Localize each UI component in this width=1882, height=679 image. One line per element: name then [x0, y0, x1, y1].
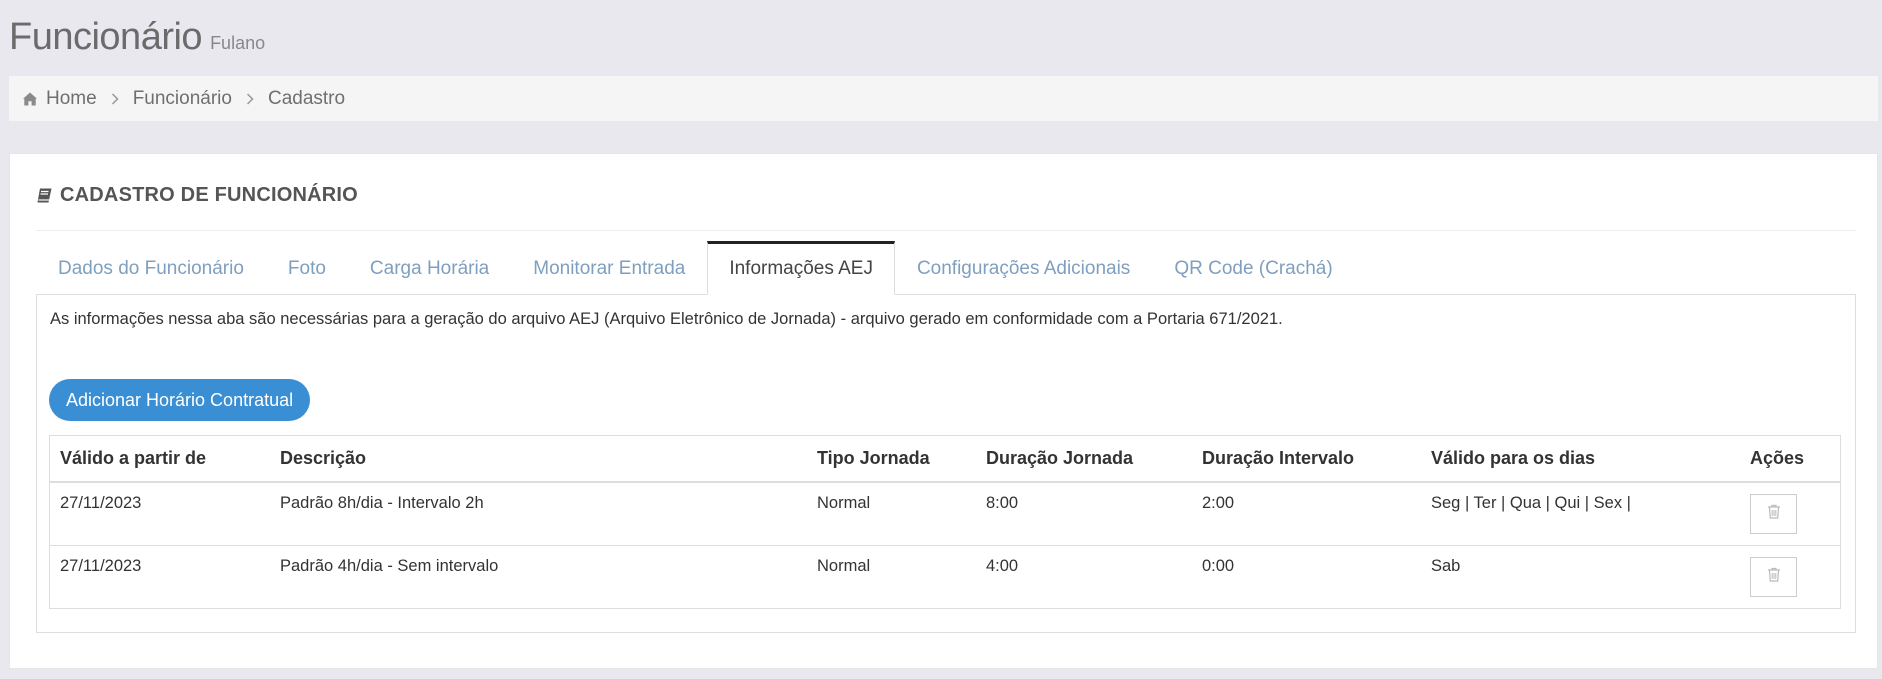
cell-actions: [1740, 482, 1840, 545]
page-subtitle: Fulano: [210, 33, 266, 53]
cell-journey-type: Normal: [817, 494, 871, 512]
breadcrumb-item-funcionario[interactable]: Funcionário: [133, 88, 232, 110]
column-header: Válido a partir de: [50, 436, 270, 483]
column-header: Tipo Jornada: [807, 436, 976, 483]
table-header-row: Válido a partir de Descrição Tipo Jornad…: [50, 436, 1840, 483]
cell-actions: [1740, 544, 1840, 608]
book-icon: [36, 187, 53, 204]
cell-journey-duration: 4:00: [976, 544, 1192, 608]
chevron-right-icon: [111, 92, 119, 105]
panel-title: CADASTRO DE FUNCIONÁRIO: [36, 184, 1856, 231]
cell-journey-duration: 8:00: [986, 494, 1019, 512]
tab-configuracoes-adicionais[interactable]: Configurações Adicionais: [895, 242, 1152, 294]
cell-journey-type: Normal: [807, 544, 976, 608]
cell-valid-days: Seg | Ter | Qua | Qui | Sex |: [1431, 494, 1631, 512]
add-contract-schedule-button[interactable]: Adicionar Horário Contratual: [49, 379, 311, 421]
cell-interval-duration: 0:00: [1192, 544, 1421, 608]
delete-button[interactable]: [1750, 556, 1797, 597]
tab-monitorar-entrada[interactable]: Monitorar Entrada: [511, 242, 707, 294]
tab-qr-code[interactable]: QR Code (Crachá): [1152, 242, 1354, 294]
breadcrumb: Home Funcionário Cadastro: [9, 76, 1878, 121]
trash-icon: [1767, 567, 1781, 587]
column-header: Descrição: [270, 436, 807, 483]
page-title: Funcionário: [9, 16, 203, 58]
tab-content-aej: As informações nessa aba são necessárias…: [36, 295, 1856, 633]
panel-title-text: CADASTRO DE FUNCIONÁRIO: [60, 184, 358, 206]
column-header: Duração Jornada: [976, 436, 1192, 483]
aej-intro-text: As informações nessa aba são necessárias…: [50, 310, 1283, 328]
table-row: 27/11/2023 Padrão 8h/dia - Intervalo 2h …: [50, 482, 1840, 545]
home-icon[interactable]: [22, 91, 38, 107]
trash-icon: [1767, 504, 1781, 524]
column-header: Ações: [1740, 436, 1840, 483]
tab-bar: Dados do Funcionário Foto Carga Horária …: [36, 241, 1856, 295]
cell-interval-duration: 2:00: [1202, 494, 1235, 512]
tab-foto[interactable]: Foto: [266, 242, 348, 294]
tab-dados-funcionario[interactable]: Dados do Funcionário: [36, 242, 266, 294]
cell-valid-from: 27/11/2023: [60, 494, 142, 512]
table-row: 27/11/2023 Padrão 4h/dia - Sem intervalo…: [50, 544, 1840, 608]
cell-description: Padrão 8h/dia - Intervalo 2h: [280, 494, 484, 512]
schedule-table: Válido a partir de Descrição Tipo Jornad…: [49, 435, 1841, 609]
cell-valid-days: Sab: [1421, 544, 1740, 608]
tab-carga-horaria[interactable]: Carga Horária: [348, 242, 511, 294]
chevron-right-icon: [246, 92, 254, 105]
cell-valid-from: 27/11/2023: [50, 544, 270, 608]
delete-button[interactable]: [1750, 494, 1797, 534]
breadcrumb-item-home[interactable]: Home: [46, 88, 97, 110]
column-header: Válido para os dias: [1421, 436, 1740, 483]
tab-informacoes-aej[interactable]: Informações AEJ: [707, 241, 895, 295]
breadcrumb-item-cadastro: Cadastro: [267, 87, 346, 109]
page-header: Funcionário Fulano: [9, 16, 265, 59]
employee-panel: CADASTRO DE FUNCIONÁRIO Dados do Funcion…: [9, 153, 1878, 669]
cell-description: Padrão 4h/dia - Sem intervalo: [270, 544, 807, 608]
column-header: Duração Intervalo: [1192, 436, 1421, 483]
